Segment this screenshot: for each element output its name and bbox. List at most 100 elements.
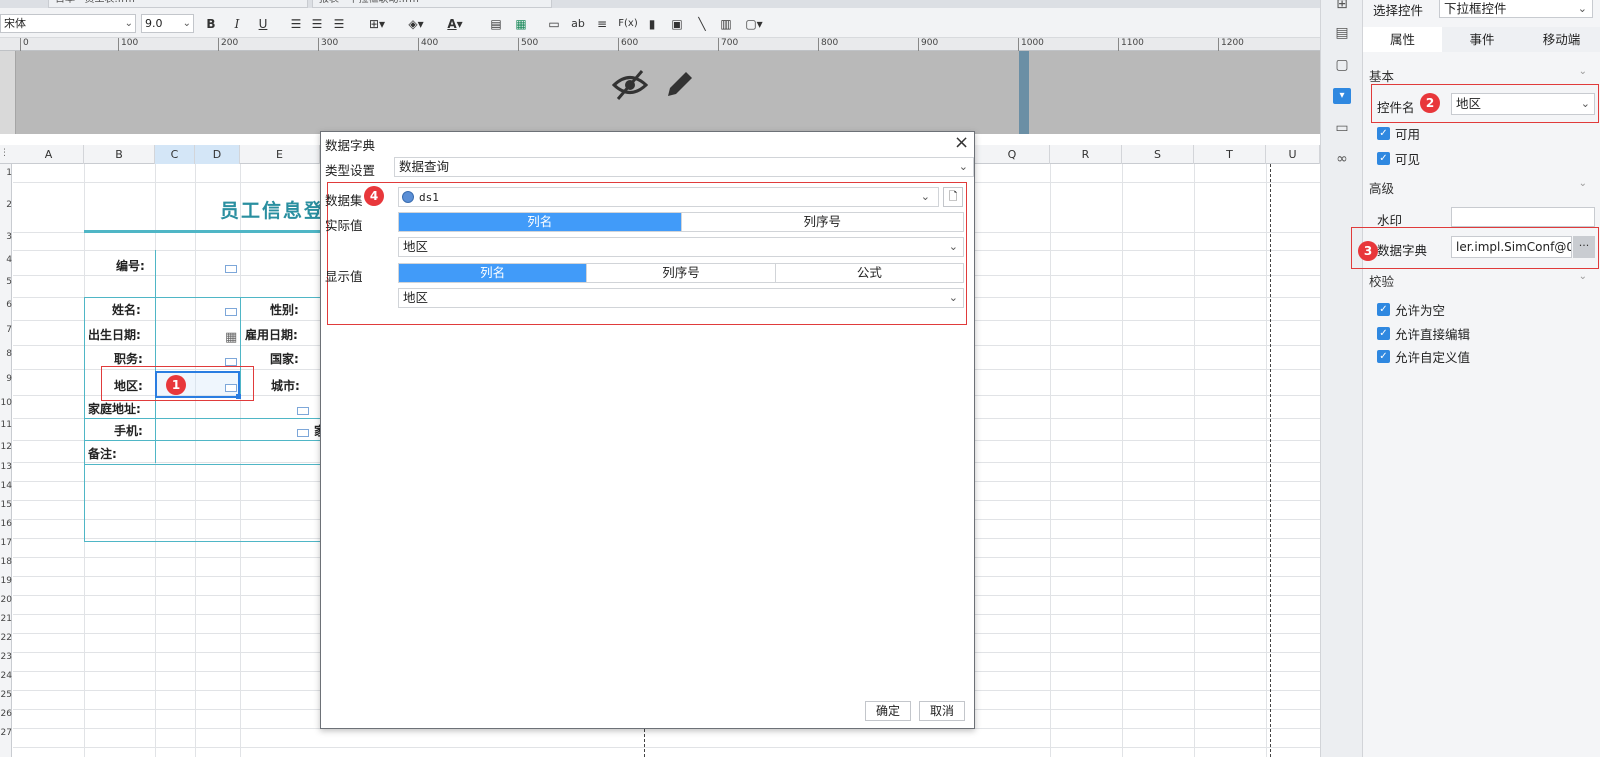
image-icon[interactable]: ▣ <box>668 15 686 33</box>
row-header[interactable]: 1 <box>0 168 12 178</box>
row-header[interactable]: 11 <box>0 420 12 430</box>
document-tab-2[interactable]: 报表 · 下拉框联动.frm <box>312 0 552 8</box>
widget-marker[interactable] <box>297 407 309 415</box>
allow-custom-checkbox[interactable]: ✓ <box>1377 350 1390 363</box>
row-header[interactable]: 15 <box>0 500 12 510</box>
close-icon[interactable]: × <box>954 132 969 153</box>
row-header[interactable]: 22 <box>0 633 12 643</box>
widget-marker[interactable] <box>297 429 309 437</box>
widget-type-select[interactable]: 下拉框控件 ⌄ <box>1439 0 1593 18</box>
insert-row-icon[interactable]: ▭ <box>545 15 563 33</box>
column-header[interactable]: U <box>1266 145 1320 164</box>
calendar-icon[interactable]: ▦ <box>225 330 237 345</box>
column-header[interactable]: R <box>1050 145 1122 164</box>
row-header[interactable]: 6 <box>0 300 12 310</box>
align-left-icon[interactable]: ☰ <box>287 15 305 33</box>
row-header[interactable]: 2 <box>0 200 12 210</box>
wrap-icon[interactable]: ≡ <box>593 15 611 33</box>
font-family-select[interactable]: 宋体 ⌄ <box>0 14 136 33</box>
section-advanced[interactable]: 高级 ⌄ <box>1369 178 1595 197</box>
tab-properties[interactable]: 属性 <box>1363 27 1442 52</box>
row-header[interactable]: 17 <box>0 538 12 548</box>
ok-button[interactable]: 确定 <box>865 701 911 721</box>
actual-tab-colindex[interactable]: 列序号 <box>682 213 964 231</box>
section-validation[interactable]: 校验 ⌄ <box>1369 271 1595 290</box>
tab-mobile[interactable]: 移动端 <box>1522 27 1600 52</box>
align-center-icon[interactable]: ☰ <box>308 15 326 33</box>
row-header[interactable]: 13 <box>0 462 12 472</box>
row-header[interactable]: 27 <box>0 728 12 738</box>
float-element-icon[interactable]: ▢ <box>1333 57 1351 73</box>
column-header[interactable]: T <box>1194 145 1266 164</box>
layout-icon[interactable]: ⊞ <box>1333 0 1351 12</box>
actual-tab-colname[interactable]: 列名 <box>399 213 682 231</box>
row-header[interactable]: 21 <box>0 614 12 624</box>
widget-settings-icon[interactable]: ▾ <box>1333 88 1351 104</box>
display-tab-formula[interactable]: 公式 <box>776 264 963 282</box>
visible-checkbox[interactable]: ✓ <box>1377 152 1390 165</box>
type-select[interactable]: 数据查询 ⌄ <box>394 157 974 177</box>
condition-icon[interactable]: ▭ <box>1333 120 1351 136</box>
row-header[interactable]: 14 <box>0 481 12 491</box>
display-column-select[interactable]: 地区 ⌄ <box>398 288 964 308</box>
italic-button[interactable]: I <box>228 15 246 33</box>
edit-pencil-icon[interactable] <box>664 68 696 100</box>
row-header[interactable]: 20 <box>0 595 12 605</box>
row-header[interactable]: 10 <box>0 398 12 408</box>
row-header[interactable]: 24 <box>0 671 12 681</box>
hide-eye-icon[interactable] <box>612 68 648 102</box>
allow-edit-checkbox[interactable]: ✓ <box>1377 327 1390 340</box>
column-header[interactable]: Q <box>975 145 1050 164</box>
row-header[interactable]: 8 <box>0 349 12 359</box>
text-color-button[interactable]: A▾ <box>441 15 469 33</box>
document-tab-1[interactable]: 日本 · 员工表.frm <box>48 0 308 8</box>
row-header[interactable]: 9 <box>0 374 12 384</box>
column-header[interactable]: C <box>155 145 195 164</box>
subreport-icon[interactable]: ▥ <box>717 15 735 33</box>
underline-button[interactable]: U <box>254 15 272 33</box>
text-button[interactable]: ab <box>569 15 587 33</box>
watermark-input[interactable] <box>1451 207 1595 227</box>
column-header[interactable]: S <box>1122 145 1194 164</box>
row-header[interactable]: 5 <box>0 277 12 287</box>
row-header[interactable]: 3 <box>0 232 12 242</box>
preview-icon[interactable]: 🗋 <box>943 187 963 207</box>
align-right-icon[interactable]: ☰ <box>330 15 348 33</box>
row-header[interactable]: 25 <box>0 690 12 700</box>
widget-marker[interactable] <box>225 265 237 273</box>
row-header[interactable]: 18 <box>0 557 12 567</box>
formula-button[interactable]: F(x) <box>617 15 639 33</box>
column-header[interactable]: B <box>84 145 155 164</box>
row-header[interactable]: 12 <box>0 442 12 452</box>
border-icon[interactable]: ⊞▾ <box>363 15 391 33</box>
display-tab-colindex[interactable]: 列序号 <box>587 264 776 282</box>
column-header[interactable]: E <box>240 145 320 164</box>
enabled-checkbox[interactable]: ✓ <box>1377 127 1390 140</box>
cancel-button[interactable]: 取消 <box>919 701 965 721</box>
row-header[interactable]: 19 <box>0 576 12 586</box>
font-size-select[interactable]: 9.0 ⌄ <box>141 14 194 33</box>
display-tab-colname[interactable]: 列名 <box>399 264 588 282</box>
bold-button[interactable]: B <box>202 15 220 33</box>
widget-marker[interactable] <box>225 358 237 366</box>
tab-events[interactable]: 事件 <box>1442 27 1522 52</box>
widget-icon[interactable]: ▢▾ <box>741 15 767 33</box>
table-icon[interactable]: ▦ <box>512 15 530 33</box>
dataset-select[interactable]: ds1 ⌄ <box>398 187 939 207</box>
row-header[interactable]: 16 <box>0 519 12 529</box>
widget-marker[interactable] <box>225 308 237 316</box>
cell-attr-icon[interactable]: ▤ <box>1333 25 1351 41</box>
fill-color-icon[interactable]: ◈▾ <box>402 15 430 33</box>
section-basic[interactable]: 基本 ⌄ <box>1369 66 1595 85</box>
allow-empty-checkbox[interactable]: ✓ <box>1377 303 1390 316</box>
row-header[interactable]: 23 <box>0 652 12 662</box>
slash-icon[interactable]: ╲ <box>693 15 711 33</box>
row-header[interactable]: 7 <box>0 325 12 335</box>
row-header[interactable]: 26 <box>0 709 12 719</box>
column-header[interactable]: A <box>14 145 84 164</box>
row-header[interactable]: 4 <box>0 255 12 265</box>
column-header[interactable]: D <box>195 145 240 164</box>
hyperlink-icon[interactable]: ∞ <box>1333 151 1351 167</box>
chart-icon[interactable]: ▮ <box>643 15 661 33</box>
actual-column-select[interactable]: 地区 ⌄ <box>398 237 964 257</box>
